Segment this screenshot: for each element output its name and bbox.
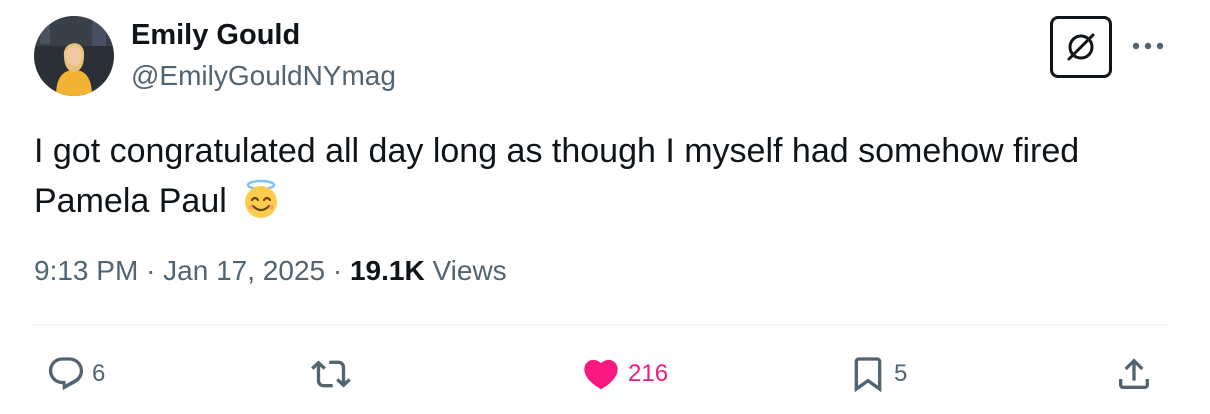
share-button[interactable]	[1114, 352, 1154, 396]
share-icon	[1119, 358, 1149, 389]
tweet-meta: 9:13 PM · Jan 17, 2025 · 19.1K Views	[34, 252, 507, 290]
grok-button[interactable]	[1050, 16, 1112, 78]
meta-separator: ·	[332, 255, 343, 286]
more-options-button[interactable]	[1128, 28, 1168, 64]
bookmark-count: 5	[894, 360, 908, 387]
grok-icon	[1067, 33, 1095, 61]
retweet-button[interactable]	[310, 352, 352, 396]
tweet-time[interactable]: 9:13 PM	[34, 255, 138, 286]
avatar[interactable]	[34, 16, 114, 96]
reply-count: 6	[92, 360, 106, 387]
meta-separator: ·	[146, 255, 156, 286]
views-count: 19.1K	[349, 255, 425, 286]
like-button[interactable]: 216	[580, 352, 668, 396]
tweet-date[interactable]: Jan 17, 2025	[163, 255, 325, 286]
like-count: 216	[628, 360, 669, 387]
divider	[34, 324, 1166, 325]
reply-icon	[48, 357, 84, 391]
more-icon	[1132, 42, 1164, 50]
bookmark-icon	[854, 357, 882, 393]
heart-filled-icon	[584, 359, 618, 390]
views-label: Views	[432, 255, 507, 286]
avatar-image	[34, 16, 114, 96]
tweet-text: I got congratulated all day long as thou…	[34, 126, 1174, 234]
reply-button[interactable]: 6	[46, 352, 105, 396]
tweet-body: I got congratulated all day long as thou…	[34, 132, 1080, 220]
author-handle[interactable]: @EmilyGouldNYmag	[131, 58, 396, 94]
bookmark-button[interactable]: 5	[848, 352, 907, 396]
smiling-face-with-halo-icon	[240, 178, 282, 234]
retweet-icon	[311, 360, 351, 388]
author-name[interactable]: Emily Gould	[131, 16, 300, 54]
